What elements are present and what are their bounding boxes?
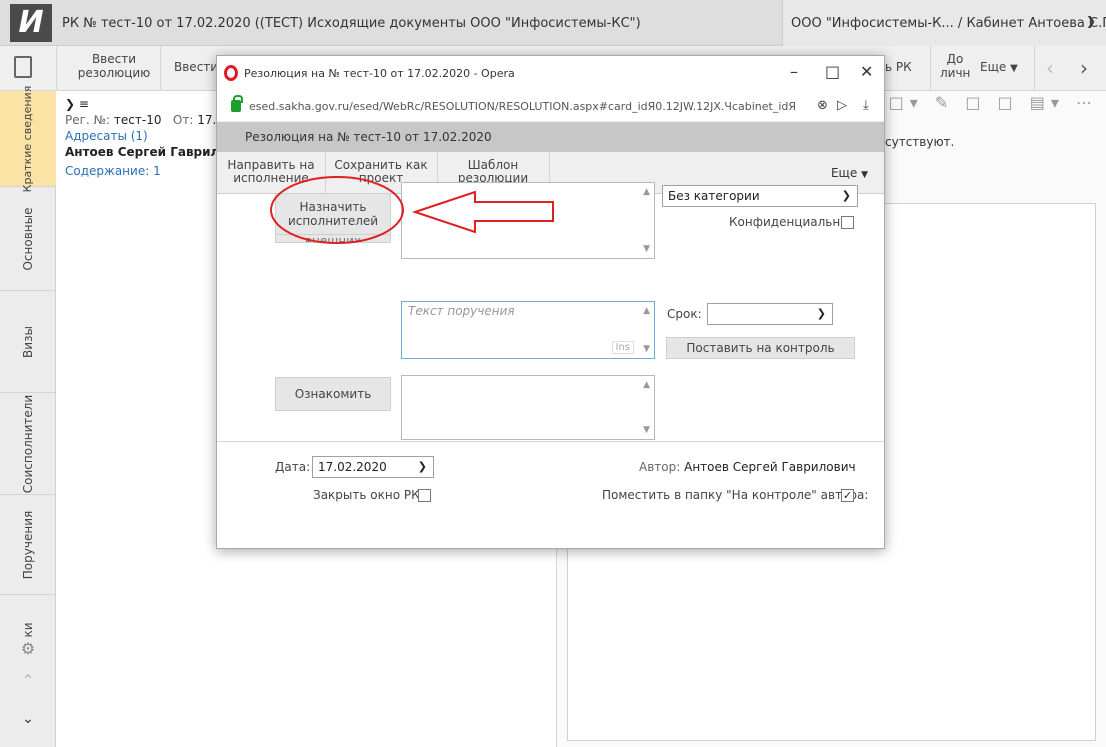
contents-link[interactable]: Содержание: 1 [65,164,161,178]
cabinet-label: ООО "Инфосистемы-К... / Кабинет Антоева … [791,16,1106,31]
enter-button[interactable]: Ввести [174,60,218,74]
rk-button[interactable]: ь РК [885,60,912,74]
lock-icon [231,95,243,112]
tab-main[interactable]: Основные [0,187,56,291]
toggle-panel-icon[interactable] [14,56,32,78]
tab-coexecutors-label: Соисполнители [21,394,35,493]
dialog-footer: Дата: 17.02.2020 ❯ Автор: Антоев Сергей … [217,441,884,548]
do-button[interactable]: До личн [940,52,970,80]
author-value: Антоев Сергей Гаврилович [684,460,856,474]
author-label: Автор: [639,460,681,474]
next-arrow-icon[interactable]: › [1080,56,1088,80]
download-icon[interactable]: ⤓ [863,98,869,113]
dialog-header-title: Резолюция на № тест-10 от 17.02.2020 [245,130,492,144]
viewer-message: сутствуют. [885,135,955,149]
addressees-link[interactable]: Адресаты (1) [65,129,148,143]
reg-number-value: тест-10 [113,113,162,127]
tab-visas[interactable]: Визы [0,291,56,393]
tab-more-label: ки [21,622,35,638]
close-icon[interactable]: ✕ [860,62,873,81]
resolution-dialog: Резолюция на № тест-10 от 17.02.2020 - O… [216,55,885,549]
send-icon[interactable]: ▷ [837,98,847,113]
url-text[interactable]: esed.sakha.gov.ru/esed/WebRc/RESOLUTION/… [249,100,809,113]
tab-brief-info-label: Краткие сведения [21,85,34,192]
address-bar[interactable]: esed.sakha.gov.ru/esed/WebRc/RESOLUTION/… [217,92,884,122]
minimize-icon[interactable]: – [790,62,798,81]
acquaint-button[interactable]: Ознакомить [275,377,391,411]
chevron-down-icon: ❯ [816,307,826,320]
dialog-window-title: Резолюция на № тест-10 от 17.02.2020 - O… [244,67,515,80]
enter-resolution-button[interactable]: Ввести резолюцию [74,52,154,80]
enter-resolution-label-line1: Ввести [91,52,137,66]
task-text-placeholder: Текст поручения [408,304,515,318]
annotation-overlay [270,176,554,244]
tab-more[interactable]: ки [0,595,56,645]
chevron-down-icon: ❯ [417,460,427,473]
app-logo: И [10,4,52,42]
date-label: Дата: [275,460,311,474]
author-row: Автор: Антоев Сергей Гаврилович [639,460,856,474]
scroll-up-icon[interactable]: ▲ [643,306,650,316]
side-tabs: Краткие сведения Основные Визы Соисполни… [0,85,56,747]
do-label-line1: До [946,52,964,66]
settings-gear-icon[interactable]: ⚙ [0,639,56,658]
term-select[interactable]: ❯ [707,303,833,325]
tab-assignments-label: Поручения [21,510,35,579]
more-button[interactable]: Еще ▼ [980,60,1018,76]
app-header: И РК № тест-10 от 17.02.2020 ((ТЕСТ) Исх… [0,0,1106,46]
term-label: Срок: [667,307,702,321]
annotation-ellipse [270,176,404,244]
scroll-down-icon[interactable]: ⌄ [0,711,56,727]
control-folder-checkbox[interactable]: ✓ [841,489,854,502]
close-rk-checkbox[interactable] [418,489,431,502]
dialog-header: Резолюция на № тест-10 от 17.02.2020 [217,122,884,152]
viewer-toolbar-icons[interactable]: □▾ ✎ □ □ ▤▾ ⋯ [889,93,1098,112]
opera-logo-icon [224,65,238,81]
scroll-up-icon[interactable]: ⌃ [0,671,56,690]
task-text-input[interactable]: Текст поручения Ins ▲ ▼ [401,301,655,359]
date-value: 17.02.2020 [318,460,387,474]
close-rk-label: Закрыть окно РК: [313,488,424,502]
do-label-line2: личн [940,66,971,80]
tab-main-label: Основные [21,206,35,271]
toolbar-divider [56,46,57,91]
annotation-arrow [411,190,554,234]
scroll-down-icon[interactable]: ▼ [643,344,650,354]
resolution-form: внешних Назначить исполнителей ▲ ▼ Без к… [217,176,884,441]
toolbar-divider [1034,46,1035,91]
more-label: Еще [980,60,1007,74]
cabinet-selector[interactable]: ООО "Инфосистемы-К... / Кабинет Антоева … [782,0,1106,46]
tab-visas-label: Визы [21,325,35,358]
expand-icon[interactable]: ❯ ≡ [65,97,89,111]
acquaint-textarea[interactable]: ▲ ▼ [401,375,655,440]
reg-number-row: Рег. №: тест-10 От: 17.02. [65,113,235,127]
previous-arrow-icon[interactable]: ‹ [1046,56,1054,80]
control-folder-label: Поместить в папку "На контроле" автора: [602,488,869,502]
tab-brief-info[interactable]: Краткие сведения [0,85,56,192]
reg-number-label: Рег. №: [65,113,111,127]
maximize-icon[interactable]: □ [825,62,840,81]
date-select[interactable]: 17.02.2020 ❯ [312,456,434,478]
insert-button[interactable]: Ins [611,341,634,354]
document-title: РК № тест-10 от 17.02.2020 ((ТЕСТ) Исход… [62,16,641,31]
toolbar-divider [160,46,161,91]
vpn-icon[interactable]: ⊗ [817,98,828,113]
scroll-down-icon[interactable]: ▼ [643,425,650,435]
put-on-control-button[interactable]: Поставить на контроль [666,337,855,359]
from-label: От: [172,113,194,127]
dialog-titlebar: Резолюция на № тест-10 от 17.02.2020 - O… [217,56,884,92]
scroll-up-icon[interactable]: ▲ [643,380,650,390]
tab-coexecutors[interactable]: Соисполнители [0,393,56,495]
chevron-down-icon: ❯ [1085,14,1096,28]
toolbar-divider [930,46,931,91]
chevron-down-icon: ▼ [1010,63,1018,74]
tab-assignments[interactable]: Поручения [0,495,56,595]
enter-resolution-label-line2: резолюцию [77,66,151,80]
